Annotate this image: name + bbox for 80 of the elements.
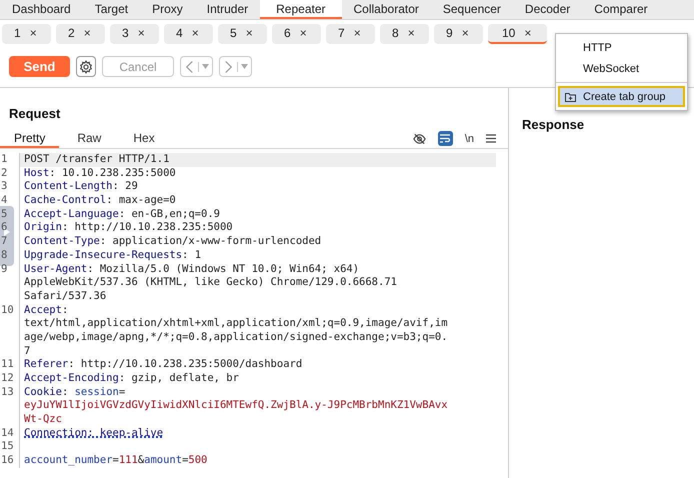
request-tab[interactable]: 1 × — [2, 24, 51, 44]
panel-title: Response — [522, 117, 584, 132]
line-number: 14 — [0, 426, 20, 440]
menu-icon[interactable] — [486, 134, 496, 143]
view-tab[interactable]: Hex — [119, 129, 169, 148]
line-number: 2 — [0, 166, 20, 180]
line-number: 15 — [0, 440, 20, 454]
code-line: account_number=111&amount=500 — [23, 454, 208, 468]
close-icon[interactable]: × — [462, 26, 469, 40]
line-number: 10 — [0, 304, 20, 318]
menu-item[interactable]: HTTP — [556, 37, 687, 58]
code-line: Wt-Qzc — [23, 413, 63, 427]
main-tab[interactable]: Target — [82, 0, 140, 19]
close-icon[interactable]: × — [300, 26, 307, 40]
line-number: 16 — [0, 454, 20, 468]
code-line: 7 — [23, 344, 32, 358]
code-line: Cookie: session= — [23, 386, 126, 400]
code-line: eyJuYW1lIjoiVGVzdGVyIiwidXNlciI6MTEwfQ.ZwjBlA.y-J9PcMBrbMnKZ1VwBAvx — [23, 399, 449, 414]
line-number: 13 — [0, 386, 20, 400]
menu-item[interactable]: WebSocket — [556, 58, 687, 79]
code-line: AppleWebKit/537.36 (KHTML, like Gecko) Chrome/129.0.6668.71 — [23, 276, 398, 290]
main-tab[interactable]: Repeater — [260, 0, 342, 19]
wrap-toggle[interactable] — [438, 131, 453, 146]
main-tab[interactable]: Collaborator — [342, 0, 431, 19]
request-tab[interactable]: 8 × — [380, 24, 429, 44]
main-tab[interactable]: Intruder — [194, 0, 260, 19]
code-line: Accept: — [23, 304, 70, 318]
main-tab[interactable]: Sequencer — [430, 0, 513, 19]
request-tab[interactable]: 5 × — [218, 24, 267, 44]
request-tab[interactable]: 4 × — [164, 24, 213, 44]
main-tab[interactable]: Comparer — [582, 0, 660, 19]
code-line: text/html,application/xhtml+xml,application/xml;q=0.9,image/avif,im — [23, 317, 449, 331]
newline-toggle[interactable]: \n — [464, 132, 474, 144]
settings-button[interactable] — [76, 56, 96, 77]
main-tab[interactable]: Decoder — [512, 0, 582, 19]
hide-icon[interactable] — [412, 132, 426, 144]
main-tab[interactable]: Dashboard — [0, 0, 83, 19]
code-line: Origin: http://10.10.238.235:5000 — [23, 221, 234, 236]
code-line: Upgrade-Insecure-Requests: 1 — [23, 248, 202, 262]
wrap-icon — [440, 134, 450, 143]
settings-icon — [79, 60, 93, 74]
request-tab[interactable]: 10 × — [488, 24, 547, 44]
code-line: User-Agent: Mozilla/5.0 (Windows NT 10.0; Win64; x64) — [23, 262, 360, 276]
main-tab[interactable]: Proxy — [140, 0, 195, 19]
close-icon[interactable]: × — [408, 26, 415, 40]
caret-icon — [202, 64, 209, 69]
code-line: Content-Length: 29 — [23, 180, 139, 194]
folder-plus-icon — [565, 92, 576, 102]
close-icon[interactable]: × — [246, 26, 253, 40]
view-tab[interactable]: Raw — [63, 129, 116, 148]
view-tab[interactable]: Pretty — [0, 129, 60, 148]
code-line: Host: 10.10.238.235:5000 — [23, 166, 177, 180]
code-line: Connection: keep-alive — [23, 426, 164, 440]
caret-icon — [241, 64, 248, 69]
code-line: Accept-Language: en-GB,en;q=0.9 — [23, 208, 221, 222]
code-line: Referer: http://10.10.238.235:5000/dashboard — [23, 358, 304, 372]
collapse-handle[interactable] — [0, 206, 14, 266]
request-tab[interactable]: 9 × — [434, 24, 483, 44]
chevron-right-icon — [223, 60, 234, 74]
request-tab[interactable]: 3 × — [110, 24, 159, 44]
close-icon[interactable]: × — [138, 26, 145, 40]
line-number: 11 — [0, 358, 20, 372]
request-tab[interactable]: 7 × — [326, 24, 375, 44]
close-icon[interactable]: × — [354, 26, 361, 40]
code-line: Accept-Encoding: gzip, deflate, br — [23, 372, 240, 386]
panel-title: Request — [8, 105, 62, 123]
code-line: Content-Type: application/x-www-form-urlencoded — [23, 235, 322, 249]
request-tab[interactable]: 6 × — [272, 24, 321, 44]
close-icon[interactable]: × — [30, 26, 37, 40]
close-icon[interactable]: × — [192, 26, 199, 40]
code-line: age/webp,image/apng,*/*;q=0.8,application/signed-exchange;v=b3;q=0. — [23, 330, 449, 345]
code-line: Safari/537.36 — [23, 290, 108, 304]
chevron-left-icon — [184, 60, 195, 74]
request-tab[interactable]: 2 × — [56, 24, 105, 44]
code-line: Cache-Control: max-age=0 — [23, 194, 177, 208]
line-number: 3 — [0, 180, 20, 194]
line-number: 12 — [0, 372, 20, 386]
close-icon[interactable]: × — [84, 26, 91, 40]
menu-item[interactable]: Create tab group — [558, 86, 685, 107]
close-icon[interactable]: × — [524, 26, 532, 40]
